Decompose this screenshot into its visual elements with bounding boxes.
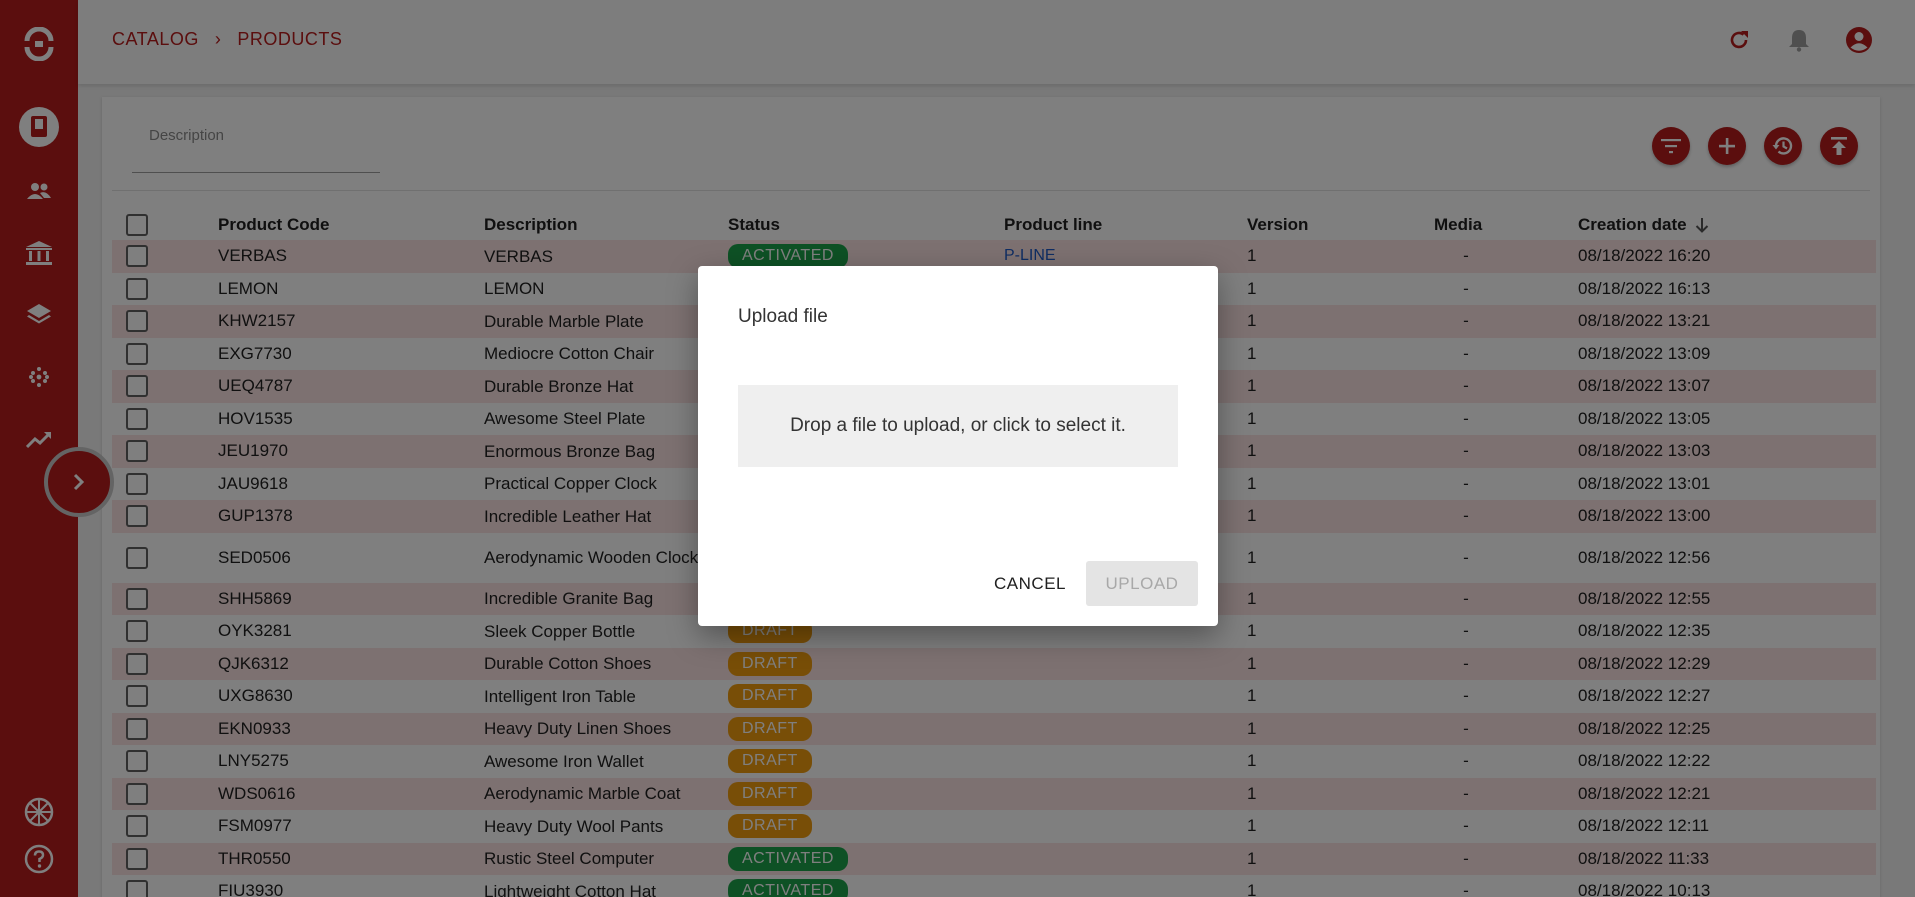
- upload-dialog: Upload file Drop a file to upload, or cl…: [698, 266, 1218, 626]
- file-dropzone[interactable]: Drop a file to upload, or click to selec…: [738, 385, 1178, 467]
- dialog-title: Upload file: [738, 306, 828, 327]
- upload-confirm-button[interactable]: UPLOAD: [1086, 561, 1198, 606]
- cancel-button[interactable]: CANCEL: [994, 564, 1066, 604]
- dialog-actions: CANCEL UPLOAD: [994, 561, 1198, 606]
